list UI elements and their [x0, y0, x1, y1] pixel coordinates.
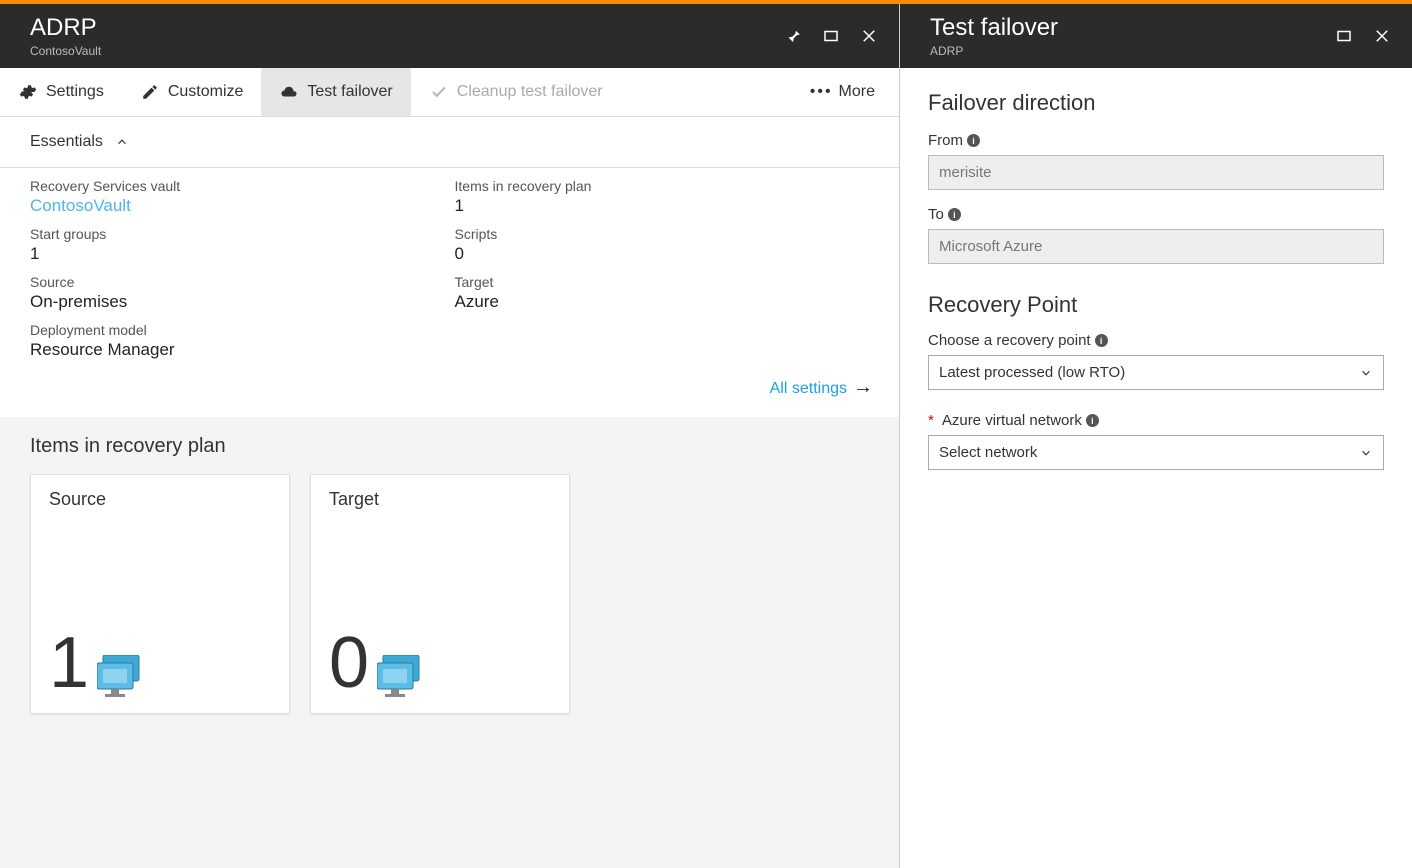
more-button[interactable]: ••• More [786, 69, 899, 115]
vnet-select[interactable]: Select network [928, 435, 1384, 470]
left-blade-title: ADRP [30, 14, 783, 42]
left-toolbar: Settings Customize Test failover Cleanup… [0, 68, 899, 117]
all-settings-label: All settings [770, 380, 847, 397]
right-blade-header: Test failover ADRP [900, 4, 1412, 68]
essentials-label: Essentials [30, 133, 103, 151]
maximize-icon[interactable] [821, 26, 841, 46]
to-label: To i [928, 206, 1384, 223]
vm-icon [97, 655, 147, 699]
tiles-section-title: Items in recovery plan [30, 435, 869, 458]
ess-scripts: Scripts 0 [455, 226, 870, 264]
tiles-section: Items in recovery plan Source 1 Target 0 [0, 417, 899, 868]
to-field: Microsoft Azure [928, 229, 1384, 264]
pin-icon[interactable] [783, 26, 803, 46]
ess-value: Resource Manager [30, 340, 445, 360]
ess-source: Source On-premises [30, 274, 445, 312]
ess-start-groups: Start groups 1 [30, 226, 445, 264]
checkmark-icon [429, 82, 449, 102]
recovery-point-select[interactable]: Latest processed (low RTO) [928, 355, 1384, 390]
essentials-toggle[interactable]: Essentials [0, 117, 899, 168]
chevron-up-icon [115, 135, 129, 149]
more-label: More [839, 83, 875, 101]
right-blade-subtitle: ADRP [930, 44, 1334, 58]
tile-count: 1 [49, 627, 89, 699]
maximize-icon[interactable] [1334, 26, 1354, 46]
ess-recovery-vault: Recovery Services vault ContosoVault [30, 178, 445, 216]
customize-button[interactable]: Customize [122, 68, 262, 116]
test-failover-label: Test failover [307, 83, 392, 101]
settings-button[interactable]: Settings [0, 68, 122, 116]
chevron-down-icon [1359, 366, 1373, 380]
pencil-icon [140, 82, 160, 102]
required-star-icon: * [928, 412, 934, 429]
ess-value: Azure [455, 292, 870, 312]
vnet-label: * Azure virtual network i [928, 412, 1384, 429]
choose-rp-label: Choose a recovery point i [928, 332, 1384, 349]
from-label: From i [928, 132, 1384, 149]
ess-value: 1 [30, 244, 445, 264]
cleanup-test-failover-button: Cleanup test failover [411, 68, 621, 116]
ess-label: Target [455, 274, 870, 290]
ess-label: Scripts [455, 226, 870, 242]
ess-label: Items in recovery plan [455, 178, 870, 194]
right-panel-body: Failover direction From i merisite To i … [900, 68, 1412, 492]
close-icon[interactable] [1372, 26, 1392, 46]
ess-label: Start groups [30, 226, 445, 242]
ess-label: Source [30, 274, 445, 290]
left-blade-subtitle: ContosoVault [30, 44, 783, 58]
tile-title: Source [49, 489, 271, 510]
info-icon[interactable]: i [1086, 414, 1099, 427]
vm-icon [377, 655, 427, 699]
test-failover-icon [279, 82, 299, 102]
tile-count: 0 [329, 627, 369, 699]
close-icon[interactable] [859, 26, 879, 46]
ess-value-link[interactable]: ContosoVault [30, 196, 445, 216]
ess-label: Deployment model [30, 322, 445, 338]
arrow-right-icon: → [853, 376, 873, 398]
ess-deployment: Deployment model Resource Manager [30, 322, 445, 360]
failover-direction-title: Failover direction [928, 90, 1384, 116]
all-settings-row: All settings → [0, 364, 899, 417]
customize-label: Customize [168, 83, 244, 101]
right-pane: Test failover ADRP Failover direction Fr… [900, 4, 1412, 868]
tile-source[interactable]: Source 1 [30, 474, 290, 714]
chevron-down-icon [1359, 446, 1373, 460]
info-icon[interactable]: i [948, 208, 961, 221]
left-pane: ADRP ContosoVault Settings [0, 4, 900, 868]
recovery-point-title: Recovery Point [928, 292, 1384, 318]
ess-value: On-premises [30, 292, 445, 312]
ess-value: 0 [455, 244, 870, 264]
tile-title: Target [329, 489, 551, 510]
gear-icon [18, 82, 38, 102]
cleanup-label: Cleanup test failover [457, 83, 603, 101]
ess-target: Target Azure [455, 274, 870, 312]
left-blade-header: ADRP ContosoVault [0, 4, 899, 68]
essentials-grid: Recovery Services vault ContosoVault Ite… [0, 168, 899, 364]
ess-items: Items in recovery plan 1 [455, 178, 870, 216]
ess-value: 1 [455, 196, 870, 216]
all-settings-link[interactable]: All settings→ [770, 380, 873, 397]
info-icon[interactable]: i [967, 134, 980, 147]
ellipsis-icon: ••• [810, 83, 833, 101]
info-icon[interactable]: i [1095, 334, 1108, 347]
tile-target[interactable]: Target 0 [310, 474, 570, 714]
right-blade-title: Test failover [930, 14, 1334, 42]
vnet-value: Select network [939, 444, 1037, 461]
recovery-point-value: Latest processed (low RTO) [939, 364, 1125, 381]
ess-label: Recovery Services vault [30, 178, 445, 194]
from-field: merisite [928, 155, 1384, 190]
test-failover-button[interactable]: Test failover [261, 68, 410, 116]
settings-label: Settings [46, 83, 104, 101]
